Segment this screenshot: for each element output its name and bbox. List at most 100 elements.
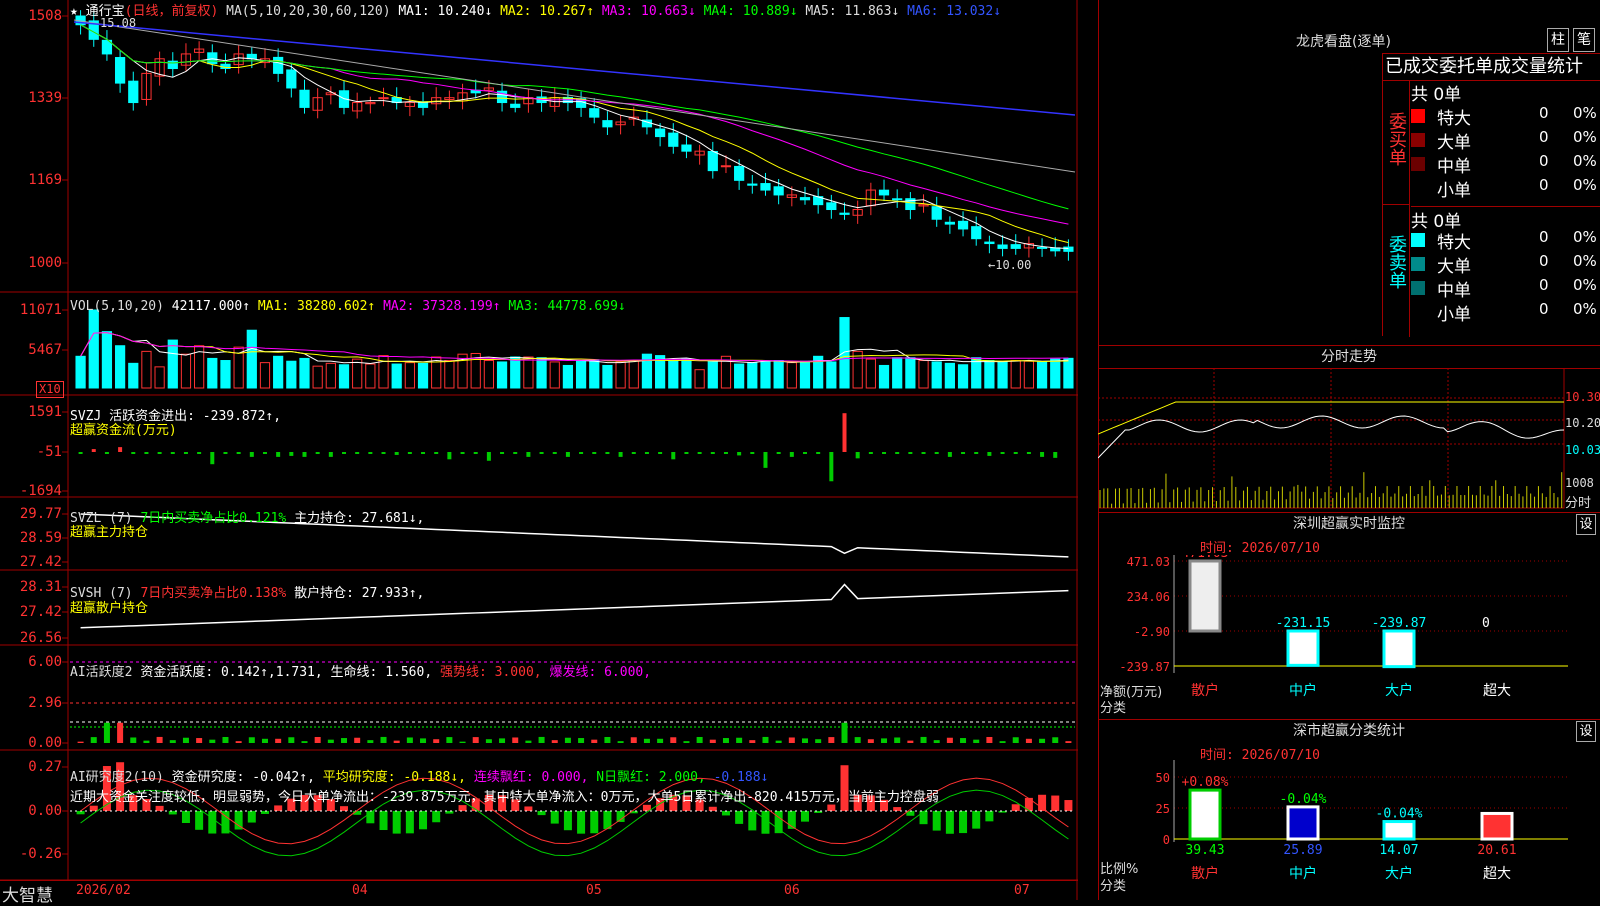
y-tick-label: 11071 xyxy=(19,302,62,318)
monitor-settings-button[interactable]: 设 xyxy=(1576,514,1596,535)
y-tick-label: 0.00 xyxy=(28,803,62,819)
candles-layer xyxy=(75,10,1074,261)
ai-research-bar xyxy=(155,805,164,811)
candle-body xyxy=(931,206,942,220)
ai-research-bar xyxy=(590,811,599,834)
fund-flow-bar xyxy=(908,452,913,454)
vol-ma3: MA3: 44778.699↓ xyxy=(508,299,626,314)
y-tick-label: -1694 xyxy=(19,483,62,499)
ai-active-bar xyxy=(393,740,400,743)
fund-flow-bar xyxy=(750,452,755,454)
bar-mode-button[interactable]: 柱 xyxy=(1547,28,1569,52)
y-tick-label: 1508 xyxy=(28,8,62,24)
y-tick-label: 0.27 xyxy=(28,759,62,775)
ai-active-bar xyxy=(182,737,189,743)
volume-bar xyxy=(483,360,494,389)
fund-flow-bar xyxy=(486,452,491,461)
fund-flow-bar xyxy=(829,452,834,482)
volume-bar xyxy=(799,360,811,389)
lhb-row: 大单 0 0% xyxy=(1411,252,1600,277)
intraday-chart[interactable] xyxy=(1098,368,1568,510)
ai-research-bar xyxy=(616,811,625,822)
lhb-row: 大单 0 0% xyxy=(1411,128,1600,153)
candle-body xyxy=(747,183,758,186)
svzl-sub: 超赢主力持仓 xyxy=(70,525,149,540)
fund-flow-bar xyxy=(276,452,281,457)
ma3-value: MA3: 10.663↓ xyxy=(601,4,696,19)
kline-chart-area[interactable] xyxy=(0,0,1078,900)
candle-body xyxy=(971,226,982,240)
fund-flow-bar xyxy=(1053,452,1058,458)
monitor-chart[interactable]: 471.03 234.06 -2.90 -239.87 471.03 散户 -231.15 中… xyxy=(1098,555,1600,720)
x-label-apr: 04 xyxy=(352,883,368,898)
ai-research-bar xyxy=(945,811,954,834)
fund-flow-bar xyxy=(460,452,465,454)
classify-settings-button[interactable]: 设 xyxy=(1576,721,1596,742)
volume-bar xyxy=(786,362,797,389)
lhb-row: 小单 0 0% xyxy=(1411,300,1600,325)
fund-flow-bar xyxy=(947,452,952,457)
buy-rows: 特大 0 0% 大单 0 0% 中单 0 0% 小单 0 0% xyxy=(1411,104,1600,201)
ai-research-bar xyxy=(537,811,546,816)
monitor-category-label: 大户 xyxy=(1385,682,1413,699)
monitor-time: 时间: 2026/07/10 xyxy=(1200,541,1320,556)
monitor-category-label: 中户 xyxy=(1289,682,1317,699)
lhb-row-count: 0 xyxy=(1539,128,1549,146)
lhb-row: 中单 0 0% xyxy=(1411,276,1600,301)
ai-active-bar xyxy=(736,737,743,743)
classify-x-label: 分类 xyxy=(1100,879,1127,894)
lhb-row-swatch xyxy=(1411,181,1425,195)
lhb-row-count: 0 xyxy=(1539,300,1549,318)
lhb-row-pct: 0% xyxy=(1573,128,1597,146)
volume-bar xyxy=(286,360,297,389)
ai-life-line: 生命线: 1.560, xyxy=(330,665,433,680)
volume-bar xyxy=(905,357,916,389)
fund-flow-bar xyxy=(500,452,505,454)
ai-active-bar xyxy=(762,736,769,743)
low-price-mark: ←10.00 xyxy=(988,258,1032,272)
ai-active-bar xyxy=(775,740,782,743)
fund-flow-bar xyxy=(776,452,781,454)
candle-body xyxy=(878,189,890,196)
x-axis: 大智慧 2026/02 04 05 06 07 xyxy=(0,880,1078,906)
ai-research-bar xyxy=(458,805,467,811)
lhb-row-swatch xyxy=(1411,305,1425,319)
fund-flow-bar xyxy=(816,452,821,454)
fund-flow-bar xyxy=(131,452,136,454)
lhb-row: 特大 0 0% xyxy=(1411,228,1600,253)
star-icon[interactable]: ★ xyxy=(70,4,78,19)
classify-change-label: -0.04% xyxy=(1280,792,1327,807)
classify-chart[interactable]: 7550250+0.08%39.43散户-0.04%25.89中户-0.04%1… xyxy=(1098,760,1600,900)
ai-active-bar xyxy=(920,736,927,743)
ai-active-bar xyxy=(617,741,624,743)
fund-flow-bar xyxy=(961,452,966,454)
ai-active-label: AI活跃度2 xyxy=(70,665,133,680)
candle-body xyxy=(207,52,218,65)
tick-mode-button[interactable]: 笔 xyxy=(1573,28,1595,52)
ai-active-bar xyxy=(538,736,545,743)
period-label[interactable]: (日线，前复权) xyxy=(125,4,219,19)
y-tick-label: -0.26 xyxy=(19,846,62,862)
volume-ma10-line xyxy=(80,332,1069,363)
ai-active-value: 资金活跃度: 0.142↑,1.731, xyxy=(140,665,323,680)
classify-bar xyxy=(1188,788,1222,841)
volume-bar xyxy=(510,356,521,389)
ai-research-bar xyxy=(748,811,757,831)
ai-active-bar xyxy=(1052,737,1059,743)
low-price-value: 10.00 xyxy=(995,258,1032,272)
lhb-row-count: 0 xyxy=(1539,176,1549,194)
candle-body xyxy=(668,132,679,147)
candle-body xyxy=(589,108,600,118)
volume-bar xyxy=(1036,361,1048,389)
ai-active-bar xyxy=(90,737,97,743)
ai-active-bar xyxy=(327,739,334,743)
ai-active-bar xyxy=(301,741,308,743)
vol-unit-badge: X10 xyxy=(36,381,64,398)
classify-change-label: -0.04% xyxy=(1376,807,1423,822)
classify-value-label: 39.43 xyxy=(1185,843,1224,858)
lhb-row-count: 0 xyxy=(1539,152,1549,170)
classify-value-label: 25.89 xyxy=(1283,843,1322,858)
classify-y-tick: 0 xyxy=(1163,833,1170,847)
candle-body xyxy=(167,60,178,70)
candle-body xyxy=(1036,246,1048,249)
